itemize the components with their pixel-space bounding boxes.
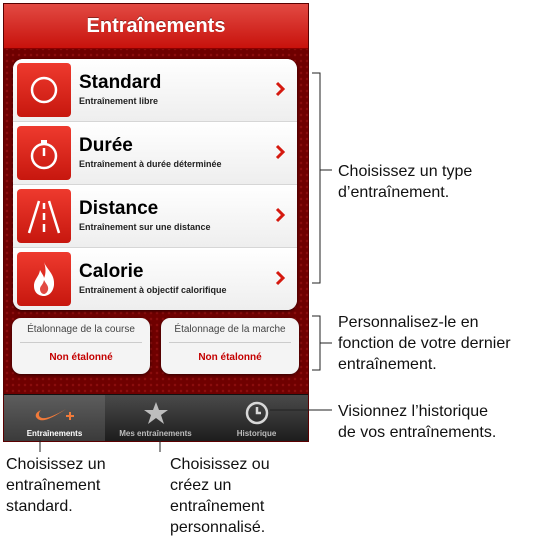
callout-line: entraînement.	[338, 356, 437, 373]
callout-line: créez un	[170, 477, 232, 494]
callout-calibration: Personnalisez-le en fonction de votre de…	[338, 312, 511, 375]
callout-line: Choisissez un type	[338, 163, 473, 180]
callout-line: de vos entraînements.	[338, 424, 497, 441]
callout-line: Choisissez ou	[170, 456, 270, 473]
callout-line: d’entraînement.	[338, 184, 450, 201]
callout-custom: Choisissez ou créez un entraînement pers…	[170, 454, 270, 538]
callout-line: Personnalisez-le en	[338, 314, 479, 331]
callout-workout-type: Choisissez un type d’entraînement.	[338, 161, 472, 203]
callout-line: entraînement	[6, 477, 101, 494]
callout-line: Visionnez l’historique	[338, 403, 489, 420]
callout-standard: Choisissez un entraînement standard.	[6, 454, 106, 517]
callout-line: fonction de votre dernier	[338, 335, 511, 352]
callout-line: standard.	[6, 498, 73, 515]
callout-line: personnalisé.	[170, 519, 266, 536]
callout-history: Visionnez l’historique de vos entraîneme…	[338, 401, 496, 443]
callout-line: Choisissez un	[6, 456, 106, 473]
callout-line: entraînement	[170, 498, 265, 515]
